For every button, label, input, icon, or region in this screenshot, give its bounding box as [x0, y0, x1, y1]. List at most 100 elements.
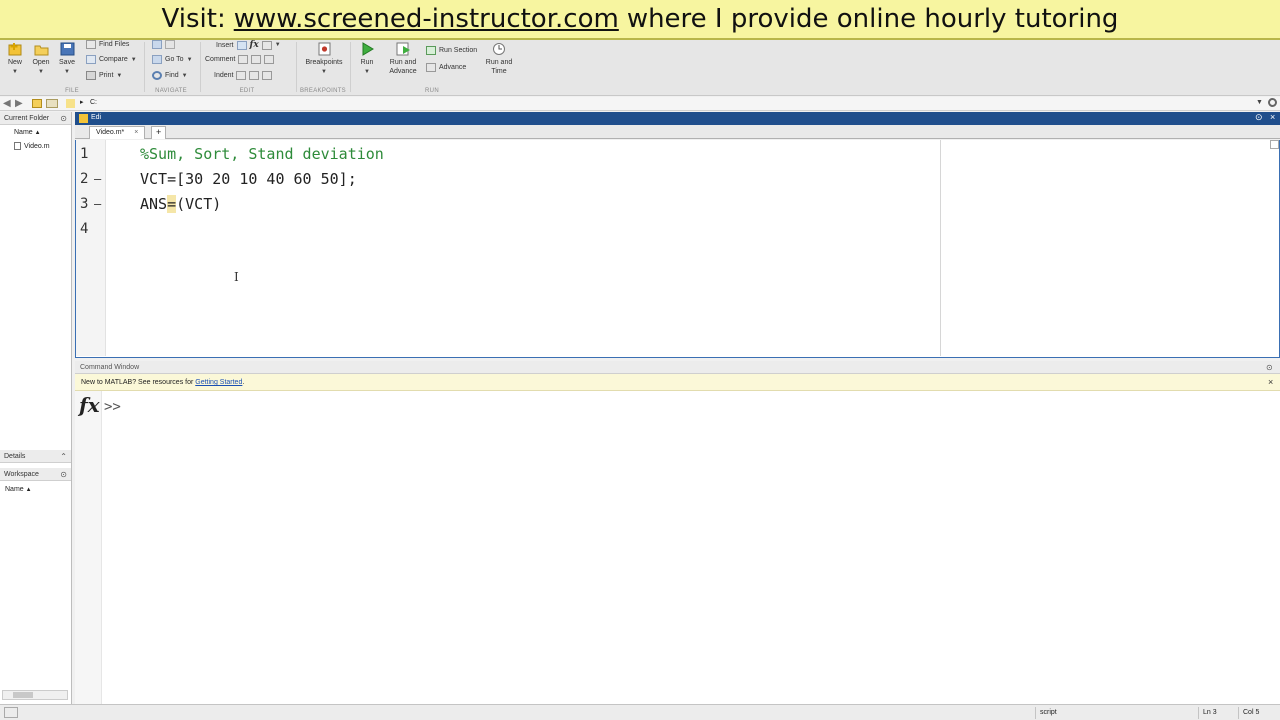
find-files-button[interactable]: Find Files [86, 40, 129, 49]
left-panel: Current Folder ⊙ Name ▲ Video.m Details … [0, 112, 72, 704]
fx-icon[interactable]: fx [250, 40, 259, 50]
line-number: 1 [80, 146, 89, 162]
search-icon[interactable] [1268, 98, 1277, 107]
insert-icon [236, 40, 247, 50]
section-label-navigate: NAVIGATE [155, 88, 187, 94]
workspace-name-column[interactable]: Name ▲ [5, 486, 32, 493]
sort-asc-icon: ▲ [34, 130, 41, 136]
new-icon [8, 43, 21, 56]
command-gutter: fx [75, 391, 102, 704]
panel-menu-icon[interactable]: ⊙ [60, 112, 67, 125]
separator [296, 42, 297, 92]
breakpoints-button[interactable]: Breakpoints ▼ [302, 42, 346, 77]
browse-folder-icon[interactable] [46, 99, 58, 108]
run-and-time-button[interactable]: Run and Time [482, 42, 516, 76]
run-and-advance-icon [396, 42, 410, 56]
split-view-icon[interactable] [1270, 140, 1279, 149]
close-icon[interactable]: × [1270, 112, 1275, 122]
command-window[interactable]: fx >> [75, 391, 1280, 704]
magnifier-icon [152, 71, 162, 80]
panel-menu-icon[interactable]: ⊙ [60, 468, 67, 481]
close-icon[interactable]: × [1268, 374, 1273, 391]
cursor-highlight: = [167, 195, 177, 213]
separator [350, 42, 351, 92]
folder-open-icon [34, 45, 48, 56]
editor-tab-bar: Video.m* × + [75, 125, 1280, 139]
command-prompt: >> [104, 399, 121, 415]
fx-icon[interactable]: fx [79, 393, 100, 417]
panel-menu-icon[interactable]: ⊙ [1266, 361, 1273, 374]
uncomment-icon [251, 55, 262, 64]
wrap-comments-icon [264, 55, 275, 64]
new-button[interactable]: New ▼ [6, 42, 24, 77]
new-tab-button[interactable]: + [151, 126, 167, 139]
find-button[interactable]: Find ▼ [152, 71, 188, 80]
outdent-icon [262, 71, 273, 80]
go-to-button[interactable]: Go To ▼ [152, 55, 193, 64]
code-editor[interactable]: 1 2 — 3 — 4 %Sum, Sort, Stand deviation … [75, 140, 1280, 358]
list-item[interactable]: Video.m [14, 142, 50, 150]
banner-prefix: Visit: [161, 4, 226, 34]
path-chevron-icon: ▸ [80, 99, 84, 106]
separator [200, 42, 201, 92]
current-folder-header[interactable]: Current Folder ⊙ [0, 112, 71, 125]
code-line[interactable]: VCT=[30 20 10 40 60 50]; [140, 170, 357, 188]
status-icon[interactable] [4, 707, 18, 718]
section-label-breakpoints: BREAKPOINTS [300, 88, 346, 94]
section-label-run: RUN [425, 88, 439, 94]
up-folder-icon[interactable] [32, 99, 42, 108]
forward-arrow-icon[interactable]: ▶ [15, 98, 23, 109]
advance-button[interactable]: Advance [426, 63, 466, 72]
status-line: Ln 3 [1198, 707, 1238, 719]
name-column-header[interactable]: Name ▲ [14, 129, 41, 136]
comment-icon [238, 55, 249, 64]
details-header[interactable]: Details ⌃ [0, 450, 71, 463]
chevron-up-icon[interactable]: ⌃ [60, 450, 67, 463]
separator [144, 42, 145, 92]
advance-icon [426, 63, 436, 72]
workspace-header[interactable]: Workspace ⊙ [0, 468, 71, 481]
command-window-titlebar: Command Window ⊙ [75, 361, 1280, 374]
save-button[interactable]: Save ▼ [58, 42, 76, 77]
insert-button[interactable]: Insert fx ▼ [216, 40, 281, 50]
back-arrow-icon[interactable]: ◀ [3, 98, 11, 109]
line-number-gutter: 1 2 — 3 — 4 [76, 140, 106, 356]
line-number: 4 [80, 221, 89, 237]
go-to-icon [152, 55, 162, 64]
right-text-margin [940, 140, 941, 356]
smart-indent-icon [236, 71, 247, 80]
path-text[interactable]: C: [90, 99, 97, 106]
comment-button[interactable]: Comment [205, 55, 275, 64]
status-mode: script [1035, 707, 1195, 719]
navigate-arrows[interactable] [152, 40, 175, 49]
breakpoint-marker[interactable]: — [94, 197, 101, 211]
close-tab-icon[interactable]: × [134, 129, 138, 136]
code-line[interactable]: ANS=(VCT) [140, 195, 221, 213]
path-folder-icon [66, 99, 75, 108]
indent-button[interactable]: Indent [214, 71, 273, 80]
breakpoint-marker[interactable]: — [94, 172, 101, 186]
getting-started-link[interactable]: Getting Started [195, 379, 242, 386]
run-section-button[interactable]: Run Section [426, 46, 477, 55]
section-label-edit: EDIT [239, 88, 255, 94]
compare-button[interactable]: Compare ▼ [86, 55, 137, 64]
code-line[interactable]: %Sum, Sort, Stand deviation [140, 145, 384, 163]
editor-titlebar: Edi ⊙ × [75, 112, 1280, 125]
status-col: Col 5 [1238, 707, 1278, 719]
m-file-icon [14, 142, 21, 150]
path-dropdown-icon[interactable]: ▼ [1256, 99, 1263, 106]
text-cursor-icon: I [234, 270, 239, 284]
panel-menu-icon[interactable]: ⊙ [1255, 112, 1263, 123]
breakpoints-icon [318, 42, 330, 56]
address-bar: ◀ ▶ ▸ C: ▼ [0, 97, 1280, 111]
scrollbar-thumb[interactable] [13, 692, 33, 698]
horizontal-scrollbar[interactable] [2, 690, 68, 700]
toolstrip: New ▼ Open ▼ Save ▼ Find Files Compare ▼ Pri… [0, 40, 1280, 96]
print-button[interactable]: Print ▼ [86, 71, 122, 80]
run-and-advance-button[interactable]: Run and Advance [386, 42, 420, 76]
banner-link[interactable]: www.screened-instructor.com [234, 4, 619, 34]
tab-video-m[interactable]: Video.m* × [89, 126, 146, 139]
line-number: 2 [80, 171, 89, 187]
run-button[interactable]: Run ▼ [357, 42, 377, 77]
open-button[interactable]: Open ▼ [31, 42, 51, 77]
